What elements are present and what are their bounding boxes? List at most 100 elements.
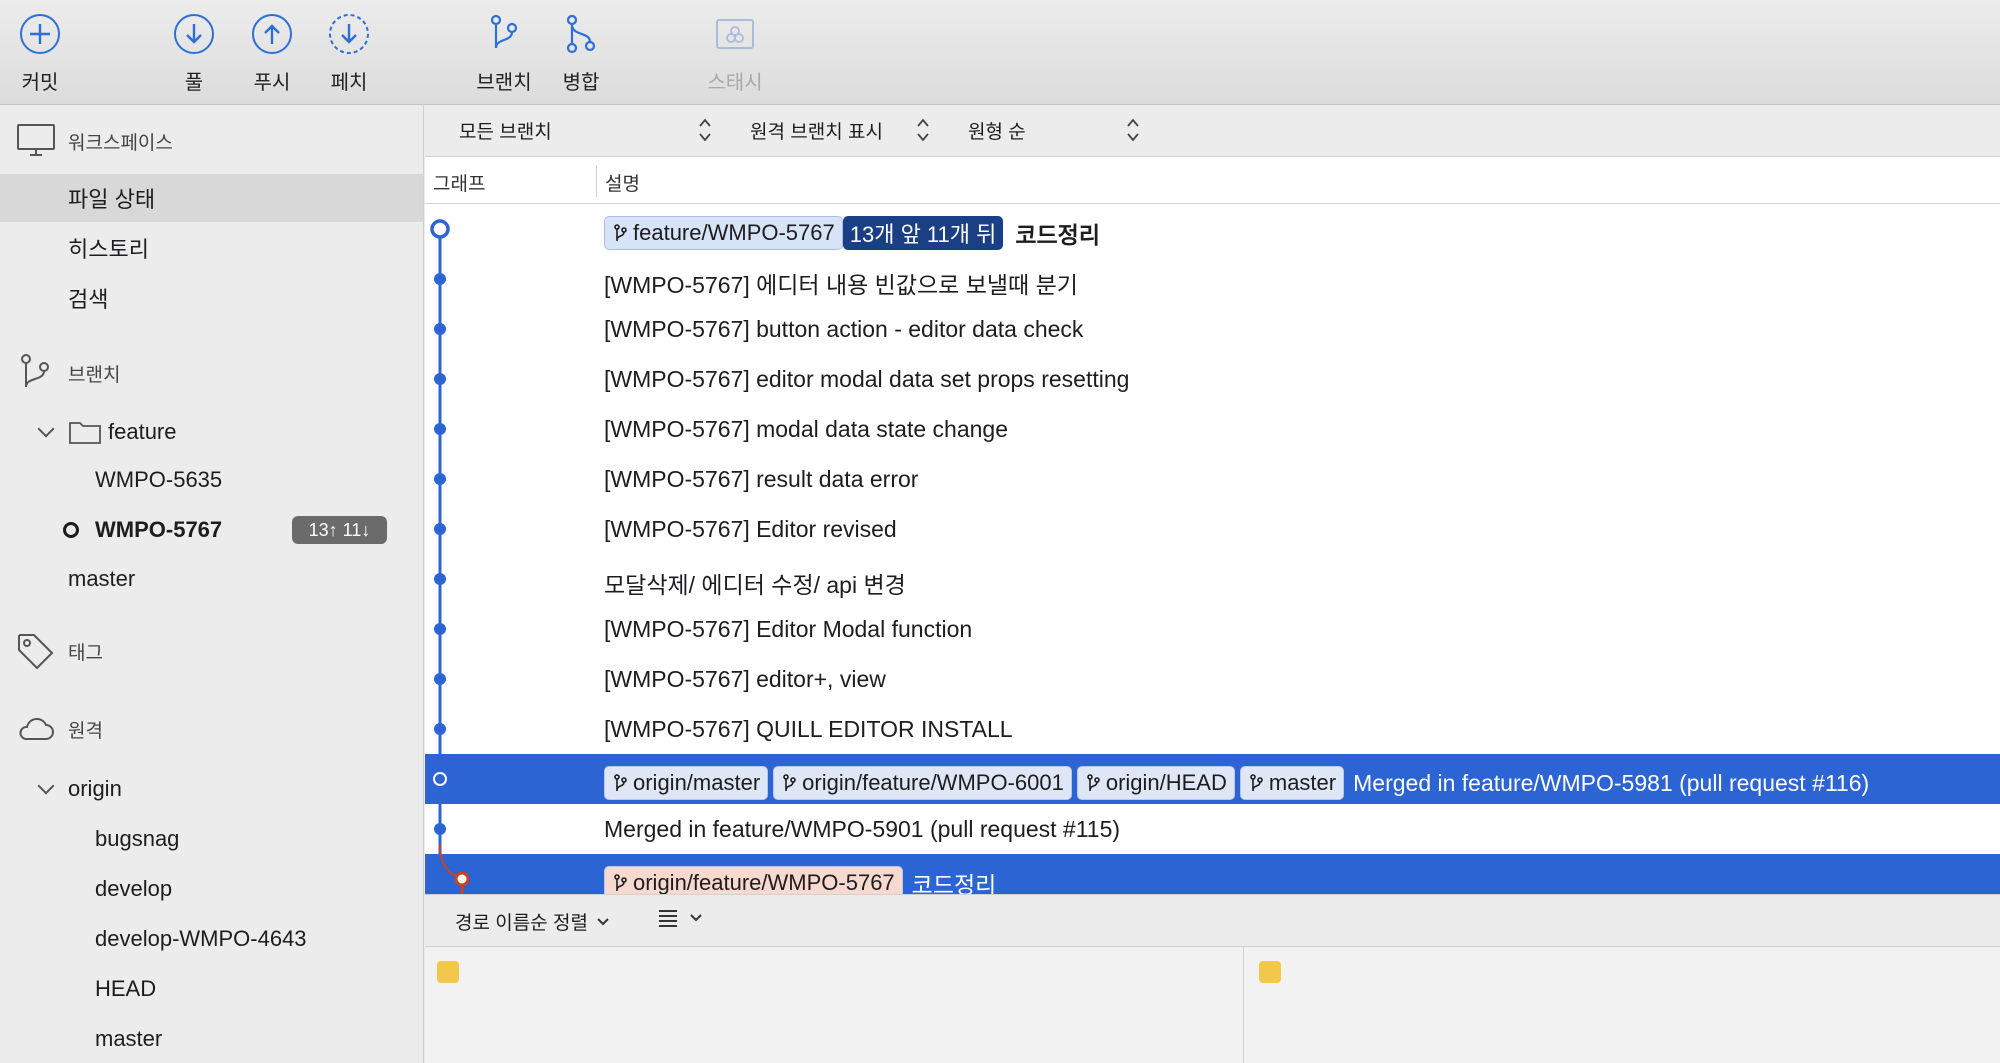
description-column-header[interactable]: 설명 bbox=[605, 169, 640, 196]
commit-message: [WMPO-5767] editor+, view bbox=[604, 666, 886, 692]
toolbar: 커밋 풀 푸시 페치 브랜치 병합 스태시 bbox=[0, 0, 2000, 105]
branches-section-header[interactable]: 브랜치 bbox=[16, 353, 120, 393]
updown-chevron-icon[interactable] bbox=[916, 117, 930, 143]
chevron-down-icon bbox=[690, 914, 702, 922]
commit-row[interactable]: origin/feature/WMPO-5767 코드정리 bbox=[425, 854, 2000, 894]
branch-tag-name: origin/HEAD bbox=[1105, 770, 1227, 795]
commit-button[interactable]: 커밋 bbox=[0, 12, 85, 95]
sidebar-branch-wmpo-5635[interactable]: WMPO-5635 bbox=[0, 456, 423, 504]
file-list-pane bbox=[425, 946, 2000, 1063]
workspace-section-header: 워크스페이스 bbox=[16, 123, 173, 159]
branch-name: WMPO-5635 bbox=[95, 467, 223, 492]
ahead-behind-badge: 13↑ 11↓ bbox=[292, 516, 387, 544]
remote-branch-name: develop bbox=[95, 876, 173, 901]
commit-message: [WMPO-5767] Editor Modal function bbox=[604, 616, 973, 642]
commit-description: [WMPO-5767] editor+, view bbox=[604, 666, 886, 693]
pull-button[interactable]: 풀 bbox=[149, 12, 239, 95]
branch-icon bbox=[614, 874, 627, 891]
sidebar-item-history[interactable]: 히스토리 bbox=[0, 224, 423, 272]
branch-label-tag[interactable]: feature/WMPO-5767 bbox=[604, 216, 843, 250]
branch-icon bbox=[1250, 774, 1263, 791]
commit-list[interactable]: feature/WMPO-5767 13개 앞 11개 뒤코드정리 [WMPO-57… bbox=[425, 204, 2000, 894]
branches-label: 브랜치 bbox=[68, 364, 121, 386]
tags-section-header[interactable]: 태그 bbox=[16, 631, 103, 671]
list-icon bbox=[659, 910, 677, 927]
remote-branch-name: develop-WMPO-4643 bbox=[95, 926, 307, 951]
sidebar-remote-branch-develop[interactable]: develop bbox=[0, 865, 423, 913]
commit-row[interactable]: [WMPO-5767] button action - editor data … bbox=[425, 304, 2000, 354]
fetch-button[interactable]: 페치 bbox=[304, 12, 394, 95]
commit-row[interactable]: Merged in feature/WMPO-5901 (pull reques… bbox=[425, 804, 2000, 854]
ahead-behind-label: 13개 앞 11개 뒤 bbox=[842, 216, 1004, 250]
branch-name: WMPO-5767 bbox=[95, 517, 223, 542]
stash-icon bbox=[716, 19, 754, 49]
commit-row[interactable]: feature/WMPO-5767 13개 앞 11개 뒤 코드정리 bbox=[425, 204, 2000, 254]
arrow-up-circle-icon bbox=[252, 14, 292, 54]
branch-label-tag[interactable]: origin/HEAD bbox=[1076, 766, 1235, 800]
commit-row[interactable]: [WMPO-5767] 에디터 내용 빈값으로 보낼때 분기 bbox=[425, 254, 2000, 304]
commit-message: [WMPO-5767] result data error bbox=[604, 466, 919, 492]
chevron-down-icon[interactable] bbox=[37, 420, 55, 438]
branch-icon bbox=[614, 774, 627, 791]
commit-description: [WMPO-5767] 에디터 내용 빈값으로 보낼때 분기 bbox=[604, 266, 1078, 300]
branch-filter-select[interactable]: 모든 브랜치 bbox=[459, 117, 552, 144]
branch-label-tag[interactable]: origin/feature/WMPO-5767 bbox=[604, 866, 903, 894]
sidebar-folder-feature[interactable]: feature bbox=[0, 408, 423, 456]
sidebar-remote-branch-develop-wmpo-4643[interactable]: develop-WMPO-4643 bbox=[0, 915, 423, 963]
remote-branch-name: master bbox=[95, 1026, 163, 1051]
branch-label-tag[interactable]: origin/feature/WMPO-6001 bbox=[773, 766, 1072, 800]
updown-chevron-icon[interactable] bbox=[1126, 117, 1140, 143]
graph-column-header[interactable]: 그래프 bbox=[433, 169, 485, 196]
chevron-down-icon[interactable] bbox=[37, 777, 55, 795]
commit-message: [WMPO-5767] QUILL EDITOR INSTALL bbox=[604, 716, 1013, 742]
commit-row[interactable]: [WMPO-5767] result data error bbox=[425, 454, 2000, 504]
sidebar-remote-branch-master[interactable]: master bbox=[0, 1015, 423, 1063]
branch-label-tag[interactable]: master bbox=[1239, 766, 1345, 800]
commit-description: [WMPO-5767] result data error bbox=[604, 466, 918, 493]
stash-button[interactable]: 스태시 bbox=[690, 12, 780, 95]
commit-message: 모달삭제/ 에디터 수정/ api 변경 bbox=[604, 572, 906, 598]
commit-row[interactable]: [WMPO-5767] Editor revised bbox=[425, 504, 2000, 554]
folder-label: feature bbox=[108, 419, 177, 444]
sort-label: 경로 이름순 정렬 bbox=[455, 913, 588, 934]
sidebar-branch-master[interactable]: master bbox=[0, 555, 423, 603]
commit-row[interactable]: [WMPO-5767] modal data state change bbox=[425, 404, 2000, 454]
sidebar-remote-branch-bugsnag[interactable]: bugsnag bbox=[0, 815, 423, 863]
commit-label: 커밋 bbox=[21, 72, 59, 94]
commit-description: feature/WMPO-5767 13개 앞 11개 뒤 코드정리 bbox=[604, 216, 1100, 250]
view-mode-dropdown[interactable] bbox=[657, 908, 703, 928]
column-header: 그래프 설명 bbox=[425, 157, 2000, 204]
commit-row[interactable]: origin/master origin/feature/WMPO-6001 ori… bbox=[425, 754, 2000, 804]
commit-row[interactable]: [WMPO-5767] editor modal data set props … bbox=[425, 354, 2000, 404]
remote-name: origin bbox=[68, 776, 122, 801]
commit-row[interactable]: [WMPO-5767] Editor Modal function bbox=[425, 604, 2000, 654]
commit-row[interactable]: [WMPO-5767] QUILL EDITOR INSTALL bbox=[425, 704, 2000, 754]
sidebar-item-label: 히스토리 bbox=[68, 237, 149, 262]
commit-message: 코드정리 bbox=[911, 872, 997, 894]
remote-branch-toggle[interactable]: 원격 브랜치 표시 bbox=[750, 117, 883, 144]
sidebar-branch-wmpo-5767[interactable]: WMPO-5767 13↑ 11↓ bbox=[0, 506, 423, 554]
chevron-down-icon bbox=[597, 917, 609, 925]
remotes-label: 원격 bbox=[68, 720, 103, 742]
commit-row[interactable]: 모달삭제/ 에디터 수정/ api 변경 bbox=[425, 554, 2000, 604]
commit-row[interactable]: [WMPO-5767] editor+, view bbox=[425, 654, 2000, 704]
column-divider[interactable] bbox=[596, 165, 597, 197]
sidebar-remote-origin[interactable]: origin bbox=[0, 765, 423, 813]
sidebar-remote-branch-head[interactable]: HEAD bbox=[0, 965, 423, 1013]
remotes-section-header[interactable]: 원격 bbox=[16, 711, 103, 747]
sidebar-item-file-status[interactable]: 파일 상태 bbox=[0, 174, 423, 222]
current-branch-indicator-icon bbox=[63, 522, 79, 538]
order-select[interactable]: 원형 순 bbox=[968, 117, 1026, 144]
sidebar-item-search[interactable]: 검색 bbox=[0, 274, 423, 322]
pane-divider[interactable] bbox=[1243, 947, 1244, 1063]
merge-button[interactable]: 병합 bbox=[536, 12, 626, 95]
updown-chevron-icon[interactable] bbox=[698, 117, 712, 143]
remote-branch-name: HEAD bbox=[95, 976, 157, 1001]
commit-description: Merged in feature/WMPO-5901 (pull reques… bbox=[604, 816, 1120, 843]
branch-icon bbox=[21, 354, 49, 388]
stash-label: 스태시 bbox=[707, 72, 763, 94]
branch-tag-name: feature/WMPO-5767 bbox=[633, 220, 835, 245]
branch-tag-name: origin/feature/WMPO-6001 bbox=[802, 770, 1064, 795]
branch-label-tag[interactable]: origin/master bbox=[604, 766, 769, 800]
sort-dropdown[interactable]: 경로 이름순 정렬 bbox=[455, 908, 610, 935]
